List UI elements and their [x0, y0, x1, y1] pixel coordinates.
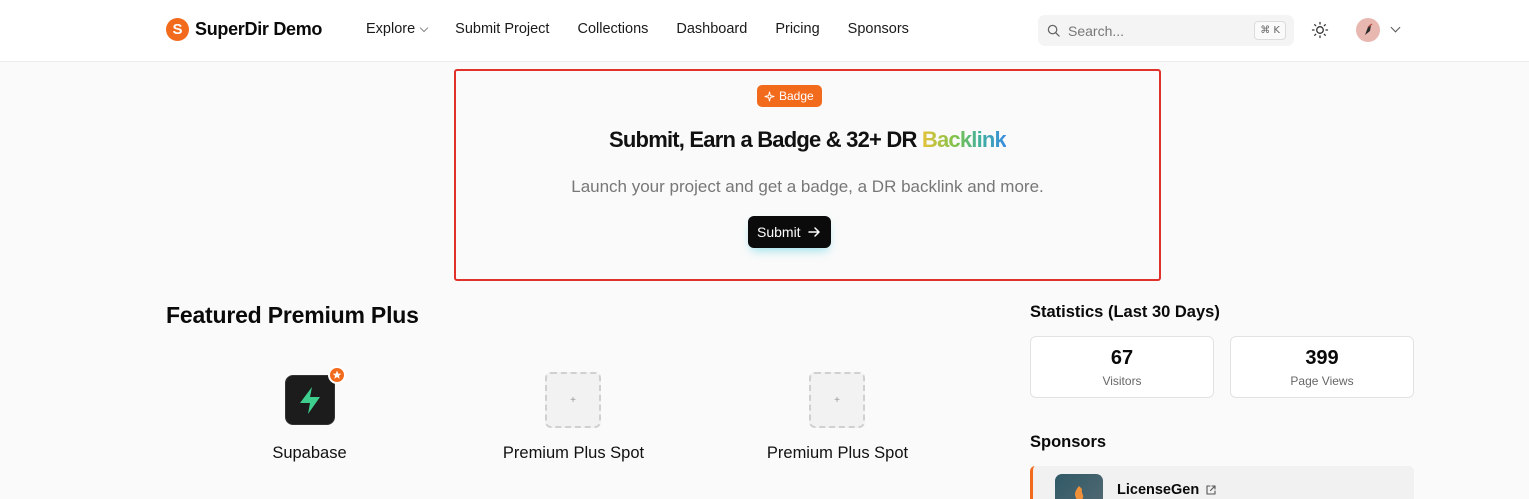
search-box[interactable]: ⌘ K — [1038, 15, 1294, 46]
section-title-featured: Featured Premium Plus — [166, 302, 419, 328]
badge-pill: Badge — [757, 85, 822, 107]
hero-title-main: Submit, Earn a Badge & 32+ DR — [609, 127, 922, 152]
logo-icon: S — [166, 18, 189, 41]
sponsor-label: LicenseGen — [1117, 482, 1200, 498]
nav-pricing[interactable]: Pricing — [775, 21, 819, 37]
site-header: S SuperDir Demo Explore Submit Project C… — [0, 0, 1529, 62]
plus-icon: + — [545, 372, 601, 428]
supabase-logo-icon — [285, 375, 335, 425]
sponsor-card-licensegen[interactable]: LicenseGen — [1030, 466, 1414, 499]
hero-subtitle: Launch your project and get a badge, a D… — [571, 177, 1044, 196]
nav-submit-project[interactable]: Submit Project — [455, 21, 549, 37]
bolt-icon — [300, 387, 320, 414]
nav-label: Explore — [366, 21, 416, 37]
section-title-sponsors: Sponsors — [1030, 433, 1107, 451]
chevron-down-icon — [419, 23, 429, 32]
featured-label: Premium Plus Spot — [502, 444, 645, 462]
plus-icon: + — [809, 372, 865, 428]
search-input[interactable] — [1068, 21, 1248, 40]
sponsor-name[interactable]: LicenseGen — [1117, 482, 1217, 498]
arrow-right-icon — [807, 227, 820, 237]
nav-collections[interactable]: Collections — [577, 21, 648, 37]
stat-label: Page Views — [1290, 374, 1354, 388]
licensegen-logo-icon — [1055, 474, 1103, 499]
external-link-icon — [1206, 485, 1216, 495]
stat-value: 67 — [1110, 347, 1134, 369]
featured-label: Premium Plus Spot — [766, 444, 909, 462]
brand-name: SuperDir Demo — [195, 19, 323, 39]
star-badge-icon — [328, 366, 346, 384]
nav-sponsors[interactable]: Sponsors — [848, 21, 909, 37]
sparkle-icon — [764, 91, 775, 101]
stat-label: Visitors — [1102, 374, 1142, 388]
section-title-statistics: Statistics (Last 30 Days) — [1030, 303, 1220, 321]
featured-card-empty-1[interactable]: + Premium Plus Spot — [430, 372, 694, 482]
avatar-image — [1365, 23, 1373, 35]
stat-value: 399 — [1305, 347, 1339, 369]
stat-card-visitors: 67 Visitors — [1030, 336, 1214, 398]
search-shortcut: ⌘ K — [1254, 21, 1286, 40]
featured-label: Supabase — [272, 444, 347, 462]
hero-banner: Badge Submit, Earn a Badge & 32+ DR Back… — [454, 69, 1161, 281]
avatar[interactable] — [1356, 18, 1380, 42]
featured-card-supabase[interactable]: Supabase — [166, 366, 430, 482]
star-icon — [332, 370, 342, 379]
flame-icon — [1075, 486, 1084, 499]
nav-dashboard[interactable]: Dashboard — [676, 21, 747, 37]
search-icon — [1047, 24, 1060, 37]
chevron-down-icon[interactable] — [1390, 22, 1401, 33]
featured-card-empty-2[interactable]: + Premium Plus Spot — [694, 372, 958, 482]
badge-label: Badge — [779, 89, 814, 103]
sun-icon[interactable] — [1311, 21, 1329, 39]
brand-logo[interactable]: S SuperDir Demo — [166, 18, 322, 41]
hero-title: Submit, Earn a Badge & 32+ DR Backlink — [456, 127, 1159, 153]
hero-title-highlight: Backlink — [921, 127, 1007, 152]
nav-explore[interactable]: Explore — [366, 21, 429, 37]
main-nav: Explore Submit Project Collections Dashb… — [366, 21, 937, 37]
stat-card-page-views: 399 Page Views — [1230, 336, 1414, 398]
submit-button[interactable]: Submit — [748, 216, 831, 248]
submit-button-label: Submit — [757, 224, 801, 240]
